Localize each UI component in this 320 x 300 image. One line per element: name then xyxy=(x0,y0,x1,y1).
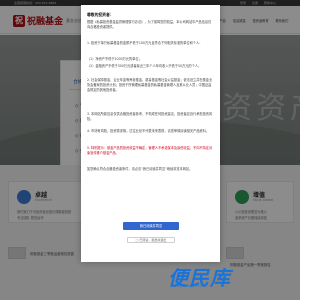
modal-paragraph: （2）金融资产不低于300万元或者最近三年个人年均收入不低于50万元的个人。 xyxy=(87,64,202,68)
modal-warning-paragraph: 5. 特别提示：基金产品的投资收益不确定，管理人不承诺保本及最低收益，不向不特定… xyxy=(87,146,213,155)
qualified-investor-modal: 尊敬的投资者： 根据《私募投资基金监督管理暂行办法》，为了保障您的权益，本公司网… xyxy=(81,5,220,262)
modal-paragraph: 4. 市场有风险，投资需谨慎。过往业绩不代表未来表现，请您审慎阅读相关产品资料。 xyxy=(87,129,209,133)
modal-paragraph: 1. 投资于单只私募基金的金额不低于100万元且符合下列相关标准的单位和个人： xyxy=(87,41,203,45)
modal-paragraph: （1）净资产不低于1000万元的单位； xyxy=(87,57,142,61)
modal-paragraph: 如您确认符合合格投资者条件，请点击“我已阅读并同意”继续浏览本网站。 xyxy=(87,167,193,171)
confirm-button[interactable]: 我已阅读并同意 xyxy=(123,222,179,230)
watermark: 便民库 BIANMINKU.COM xyxy=(168,262,288,290)
modal-heading: 尊敬的投资者： xyxy=(87,12,114,17)
modal-paragraph: 2. 社会保障基金、企业年金等养老基金，慈善基金等社会公益基金；依法设立并在基金… xyxy=(87,78,213,92)
modal-paragraph: 3. 本网站所载信息仅供合格投资者参考，不构成任何投资建议，投资者应自行承担投资… xyxy=(87,112,213,121)
watermark-domain: BIANMINKU.COM xyxy=(174,284,205,288)
decline-button[interactable]: □ 已阅读，拒绝并退出 xyxy=(127,237,175,243)
modal-paragraph: 根据《私募投资基金监督管理暂行办法》，为了保障您的权益，本公司网站中产品信息仅向… xyxy=(87,20,212,29)
